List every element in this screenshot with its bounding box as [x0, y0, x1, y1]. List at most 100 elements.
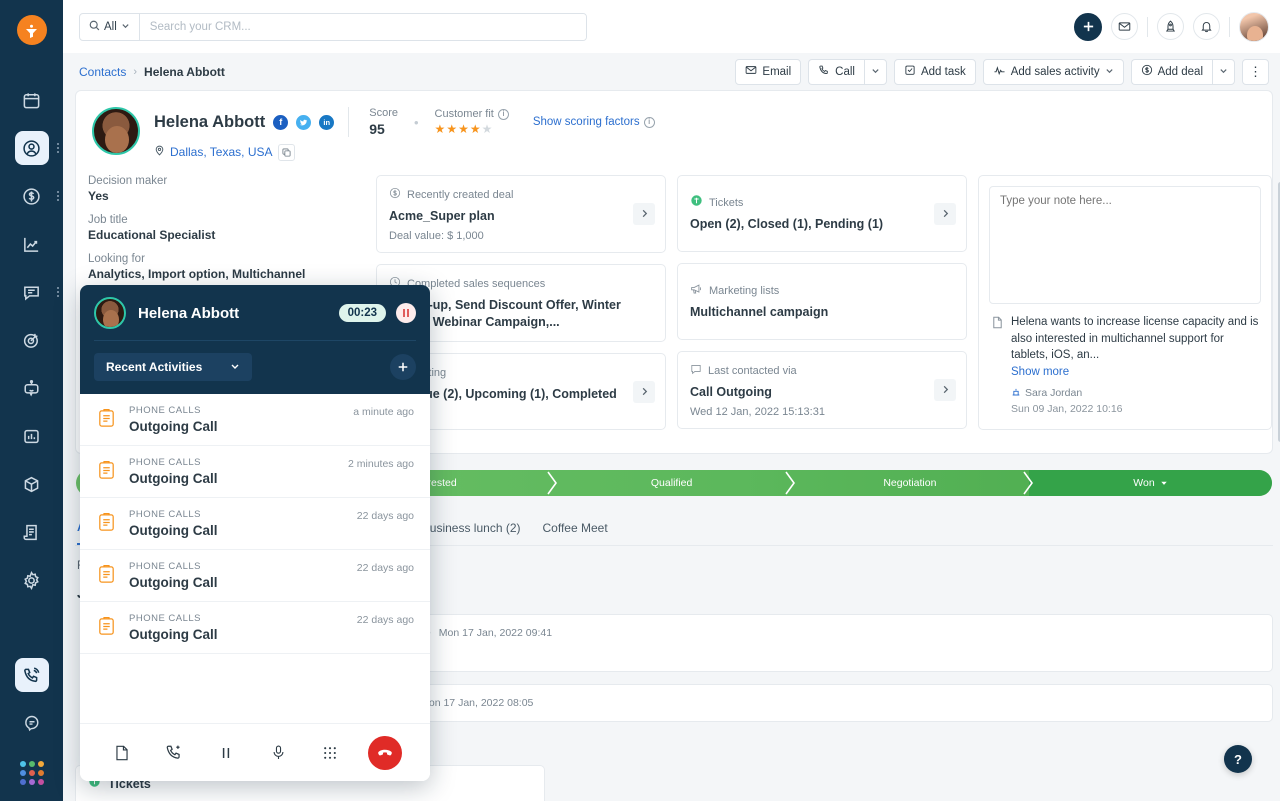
- microphone-icon[interactable]: [264, 739, 292, 767]
- phone-call-log-icon: [96, 407, 117, 433]
- tab-coffee-meet[interactable]: Coffee Meet: [543, 515, 608, 544]
- recent-activities-dropdown[interactable]: Recent Activities: [94, 353, 252, 381]
- sidebar-item-contacts[interactable]: [0, 124, 63, 172]
- sidebar-item-deals[interactable]: [0, 172, 63, 220]
- list-item[interactable]: PHONE CALLS Outgoing Call 22 days ago: [80, 498, 430, 550]
- add-activity-button[interactable]: [390, 354, 416, 380]
- chevron-right-icon[interactable]: [934, 203, 956, 225]
- add-sales-activity-button[interactable]: Add sales activity: [983, 59, 1124, 85]
- card-last-contacted[interactable]: Last contacted via Call Outgoing Wed 12 …: [677, 351, 967, 429]
- contact-location[interactable]: Dallas, Texas, USA: [170, 145, 273, 159]
- sidebar-item-settings[interactable]: [0, 556, 63, 604]
- score-value: 95: [369, 121, 398, 137]
- sidebar-item-campaigns-target[interactable]: [0, 316, 63, 364]
- score-label: Score: [369, 107, 398, 119]
- activity-time: 22 days ago: [357, 562, 414, 574]
- card-label: Last contacted via: [708, 365, 797, 377]
- app-logo-icon[interactable]: [17, 15, 47, 45]
- customer-fit-stars: ★★★★★: [435, 122, 509, 136]
- stage-label: Negotiation: [883, 477, 936, 489]
- mail-button[interactable]: [1111, 13, 1138, 40]
- info-icon[interactable]: i: [644, 117, 655, 128]
- facebook-icon[interactable]: f: [273, 115, 288, 130]
- breadcrumb-current: Helena Abbott: [144, 65, 225, 79]
- rocket-button[interactable]: [1157, 13, 1184, 40]
- chevron-down-icon: [1105, 66, 1114, 78]
- card-marketing-lists[interactable]: Marketing lists Multichannel campaign: [677, 263, 967, 340]
- target-icon: [15, 323, 49, 357]
- card-recent-deal[interactable]: Recently created deal Acme_Super plan De…: [376, 175, 666, 253]
- call-contact-avatar: [94, 297, 126, 329]
- phone-call-log-icon: [96, 511, 117, 537]
- activity-pulse-icon: [993, 64, 1006, 80]
- user-avatar[interactable]: [1239, 12, 1269, 42]
- twitter-icon[interactable]: [296, 115, 311, 130]
- search-input[interactable]: [140, 14, 586, 40]
- app-switcher-grid-icon[interactable]: [20, 761, 44, 785]
- list-item[interactable]: PHONE CALLS Outgoing Call 2 minutes ago: [80, 446, 430, 498]
- pause-icon[interactable]: [212, 739, 240, 767]
- linkedin-icon[interactable]: in: [319, 115, 334, 130]
- sidebar-item-phone[interactable]: [0, 651, 63, 699]
- call-dropdown-toggle[interactable]: [864, 59, 887, 85]
- note-entry: Helena wants to increase license capacit…: [989, 304, 1261, 415]
- help-button[interactable]: ?: [1224, 745, 1252, 773]
- phone-call-log-icon: [96, 563, 117, 589]
- sidebar-item-documents[interactable]: [0, 508, 63, 556]
- email-button[interactable]: Email: [735, 59, 801, 85]
- sidebar-item-analytics[interactable]: [0, 412, 63, 460]
- tab-business-lunch[interactable]: Business lunch (2): [422, 515, 521, 544]
- breadcrumb-contacts-link[interactable]: Contacts: [79, 65, 126, 79]
- info-icon[interactable]: i: [498, 109, 509, 120]
- notes-panel: Helena wants to increase license capacit…: [978, 175, 1272, 430]
- vertical-dots-icon: ⋮: [1249, 65, 1262, 78]
- dollar-circle-icon: [389, 186, 401, 204]
- activity-title: Outgoing Call: [129, 575, 345, 590]
- sidebar-item-menu-dots[interactable]: [57, 287, 59, 297]
- sidebar-item-bot[interactable]: [0, 364, 63, 412]
- add-deal-button[interactable]: Add deal: [1131, 59, 1212, 85]
- chevron-right-icon[interactable]: [633, 381, 655, 403]
- sidebar-item-chat-shield[interactable]: [0, 699, 63, 747]
- pipeline-stage-won[interactable]: Won: [1029, 470, 1272, 496]
- add-deal-dropdown-toggle[interactable]: [1212, 59, 1235, 85]
- chevron-right-icon[interactable]: [633, 203, 655, 225]
- sidebar-item-reports-trend[interactable]: [0, 220, 63, 268]
- card-sub: Wed 12 Jan, 2022 15:13:31: [690, 406, 934, 418]
- note-input[interactable]: [989, 186, 1261, 304]
- profile-header: Helena Abbott f in Score 95 •: [76, 91, 1272, 161]
- pipeline-stage-negotiation[interactable]: Negotiation: [791, 470, 1029, 496]
- list-item[interactable]: PHONE CALLS Outgoing Call 22 days ago: [80, 602, 430, 654]
- card-label: Recently created deal: [407, 189, 513, 201]
- sidebar-item-calendar[interactable]: [0, 76, 63, 124]
- sidebar-item-menu-dots[interactable]: [57, 191, 59, 201]
- keypad-icon[interactable]: [316, 739, 344, 767]
- show-scoring-factors-link[interactable]: Show scoring factors i: [533, 116, 655, 128]
- copy-icon[interactable]: [278, 144, 295, 161]
- notifications-button[interactable]: [1193, 13, 1220, 40]
- more-actions-button[interactable]: ⋮: [1242, 59, 1269, 85]
- pause-icon[interactable]: [396, 303, 416, 323]
- list-item[interactable]: PHONE CALLS Outgoing Call 22 days ago: [80, 550, 430, 602]
- card-tickets[interactable]: Tickets Open (2), Closed (1), Pending (1…: [677, 175, 967, 252]
- note-icon[interactable]: [108, 739, 136, 767]
- hangup-icon[interactable]: [368, 736, 402, 770]
- chevron-right-icon[interactable]: [934, 379, 956, 401]
- transfer-call-icon[interactable]: [160, 739, 188, 767]
- sidebar-item-menu-dots[interactable]: [57, 143, 59, 153]
- add-new-button[interactable]: [1074, 13, 1102, 41]
- ticket-icon: [690, 194, 703, 212]
- add-task-button[interactable]: Add task: [894, 59, 976, 85]
- recent-activities-label: Recent Activities: [106, 360, 202, 374]
- sidebar-item-products[interactable]: [0, 460, 63, 508]
- fact-value: Educational Specialist: [88, 228, 376, 242]
- call-button[interactable]: Call: [808, 59, 864, 85]
- pipeline-stage-qualified[interactable]: Qualified: [553, 470, 791, 496]
- sidebar-item-conversations[interactable]: [0, 268, 63, 316]
- list-item[interactable]: PHONE CALLS Outgoing Call a minute ago: [80, 394, 430, 446]
- note-show-more-link[interactable]: Show more: [1011, 364, 1259, 381]
- global-search[interactable]: All: [79, 13, 587, 41]
- activity-title: Outgoing Call: [129, 471, 336, 486]
- search-scope-selector[interactable]: All: [80, 14, 140, 40]
- chevron-down-icon: [1219, 66, 1228, 78]
